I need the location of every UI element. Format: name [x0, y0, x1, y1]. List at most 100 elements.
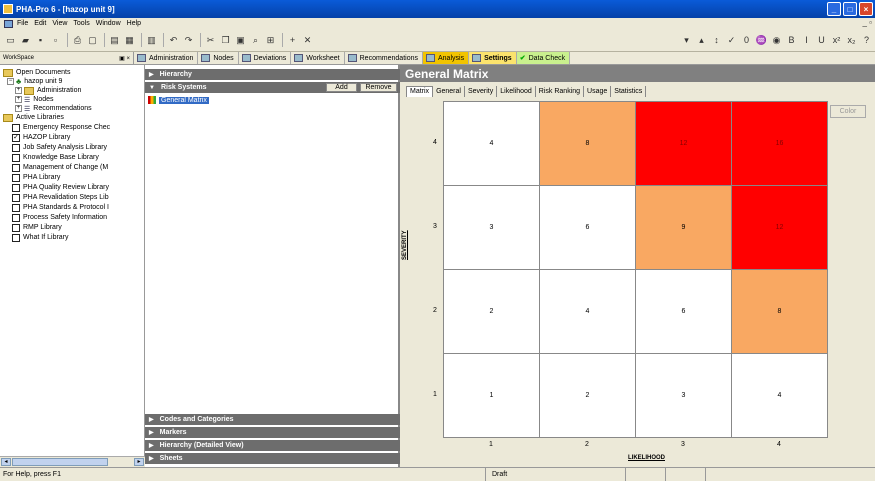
library-checkbox[interactable] — [12, 123, 20, 132]
matrix-cell[interactable]: 4 — [539, 269, 636, 354]
tab-matrix[interactable]: Matrix — [406, 85, 434, 97]
bold-icon[interactable]: B — [785, 34, 798, 46]
library-item[interactable]: Management of Change (M — [12, 163, 108, 172]
tab-severity[interactable]: Severity — [465, 85, 498, 97]
menu-help[interactable]: Help — [127, 20, 141, 27]
sort-icon[interactable]: ↕ — [710, 34, 723, 46]
matrix-cell[interactable]: 6 — [539, 185, 636, 270]
library-checkbox[interactable] — [12, 213, 20, 222]
tab-deviations[interactable]: Deviations — [239, 52, 292, 64]
section-hierarchy[interactable]: ▶ Hierarchy — [145, 69, 400, 80]
link-icon[interactable]: ⊞ — [264, 34, 277, 46]
library-item[interactable]: Job Safety Analysis Library — [12, 143, 107, 152]
menu-view[interactable]: View — [52, 20, 67, 27]
save-all-icon[interactable]: ▫ — [49, 34, 62, 46]
library-checkbox[interactable] — [12, 203, 20, 212]
help-icon[interactable]: ? — [860, 34, 873, 46]
italic-icon[interactable]: I — [800, 34, 813, 46]
underline-icon[interactable]: U — [815, 34, 828, 46]
tab-nodes[interactable]: Nodes — [198, 52, 239, 64]
binoculars-icon[interactable]: ◉ — [770, 34, 783, 46]
superscript-icon[interactable]: x² — [830, 34, 843, 46]
cut-icon[interactable]: ✂ — [204, 34, 217, 46]
preview-icon[interactable]: ▢ — [86, 34, 99, 46]
find-icon[interactable]: ⌕ — [249, 34, 262, 46]
color-button[interactable]: Color — [830, 105, 866, 118]
matrix-cell[interactable]: 12 — [635, 101, 732, 186]
section-markers[interactable]: ▶ Markers — [145, 427, 400, 438]
tab-statistics[interactable]: Statistics — [611, 85, 647, 97]
properties-icon[interactable]: ▤ — [108, 34, 121, 46]
library-checkbox[interactable] — [12, 173, 20, 182]
insert-row-icon[interactable]: + — [286, 34, 299, 46]
library-checkbox[interactable] — [12, 223, 20, 232]
remove-button[interactable]: Remove — [360, 83, 397, 92]
open-icon[interactable]: ▰ — [19, 34, 32, 46]
tab-data-check[interactable]: ✔ Data Check — [516, 52, 571, 64]
library-item[interactable]: What If Library — [12, 233, 69, 242]
check-icon[interactable]: ✓ — [725, 34, 738, 46]
library-item[interactable]: ✓ HAZOP Library — [12, 133, 70, 142]
mdi-controls[interactable]: _ ▫ — [862, 18, 872, 27]
scrollbar-thumb[interactable] — [12, 458, 108, 466]
scroll-left-icon[interactable]: ◂ — [1, 458, 11, 466]
matrix-cell[interactable]: 16 — [731, 101, 828, 186]
matrix-cell[interactable]: 8 — [731, 269, 828, 354]
redo-icon[interactable]: ↷ — [182, 34, 195, 46]
zero-icon[interactable]: 0 — [740, 34, 753, 46]
subscript-icon[interactable]: x₂ — [845, 34, 858, 46]
delete-row-icon[interactable]: ✕ — [301, 34, 314, 46]
tree-administration[interactable]: + Administration — [15, 86, 81, 95]
grid-icon[interactable]: ▦ — [123, 34, 136, 46]
library-item[interactable]: RMP Library — [12, 223, 62, 232]
tree-document[interactable]: − ♣ hazop unit 9 — [7, 77, 62, 86]
tab-general[interactable]: General — [433, 85, 465, 97]
library-checkbox[interactable] — [12, 183, 20, 192]
library-item[interactable]: Knowledge Base Library — [12, 153, 99, 162]
library-item[interactable]: PHA Revalidation Steps Lib — [12, 193, 109, 202]
filter-down-icon[interactable]: ▾ — [680, 34, 693, 46]
tree-open-documents[interactable]: Open Documents — [3, 68, 70, 77]
save-icon[interactable]: ▪ — [34, 34, 47, 46]
tab-likelihood[interactable]: Likelihood — [497, 85, 536, 97]
tab-risk-ranking[interactable]: Risk Ranking — [536, 85, 585, 97]
table-icon[interactable]: ▥ — [145, 34, 158, 46]
library-item[interactable]: PHA Standards & Protocol I — [12, 203, 109, 212]
minimize-button[interactable]: _ — [827, 2, 841, 16]
library-item[interactable]: Process Safety Information — [12, 213, 107, 222]
library-item[interactable]: Emergency Response Chec — [12, 123, 110, 132]
expand-icon[interactable]: + — [15, 96, 22, 103]
matrix-cell[interactable]: 4 — [731, 353, 828, 438]
library-checkbox-checked[interactable]: ✓ — [12, 133, 20, 142]
menu-tools[interactable]: Tools — [73, 20, 89, 27]
scroll-right-icon[interactable]: ▸ — [134, 458, 144, 466]
new-icon[interactable]: ▭ — [4, 34, 17, 46]
spell-icon[interactable]: ♒ — [755, 34, 768, 46]
library-checkbox[interactable] — [12, 193, 20, 202]
tab-administration[interactable]: Administration — [134, 52, 199, 64]
section-codes-and-categories[interactable]: ▶ Codes and Categories — [145, 414, 400, 425]
close-button[interactable]: × — [859, 2, 873, 16]
matrix-cell[interactable]: 8 — [539, 101, 636, 186]
tree-recommendations[interactable]: + ☰ Recommendations — [15, 104, 92, 113]
paste-icon[interactable]: ▣ — [234, 34, 247, 46]
tab-analysis[interactable]: Analysis — [423, 52, 470, 64]
maximize-button[interactable]: □ — [843, 2, 857, 16]
tab-settings[interactable]: Settings — [469, 52, 517, 64]
expand-icon[interactable]: + — [15, 87, 22, 94]
library-checkbox[interactable] — [12, 233, 20, 242]
horizontal-scrollbar[interactable]: ◂ ▸ — [0, 456, 145, 467]
library-item[interactable]: PHA Library — [12, 173, 60, 182]
menu-window[interactable]: Window — [96, 20, 121, 27]
section-hierarchy-detailed[interactable]: ▶ Hierarchy (Detailed View) — [145, 440, 400, 451]
matrix-cell[interactable]: 2 — [539, 353, 636, 438]
copy-icon[interactable]: ❐ — [219, 34, 232, 46]
workspace-controls[interactable]: ▣ × — [119, 55, 130, 62]
matrix-cell[interactable]: 6 — [635, 269, 732, 354]
tab-worksheet[interactable]: Worksheet — [291, 52, 345, 64]
library-checkbox[interactable] — [12, 153, 20, 162]
expand-icon[interactable]: + — [15, 105, 22, 112]
section-sheets[interactable]: ▶ Sheets — [145, 453, 400, 464]
matrix-cell[interactable]: 2 — [443, 269, 540, 354]
matrix-cell[interactable]: 3 — [635, 353, 732, 438]
